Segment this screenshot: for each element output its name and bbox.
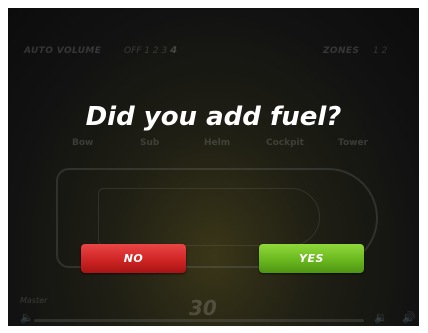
master-volume-value: 30 <box>189 296 217 320</box>
auto-volume-label: AUTO VOLUME <box>24 46 102 56</box>
auto-volume-options[interactable]: OFF 1 2 3 <box>124 46 167 56</box>
top-bar: AUTO VOLUME OFF 1 2 3 4 ZONES 1 2 <box>8 45 419 66</box>
auto-volume-levels[interactable]: OFF 1 2 3 4 <box>124 45 177 56</box>
zone-label-cockpit[interactable]: Cockpit <box>266 138 304 148</box>
zones-value[interactable]: 1 2 <box>373 46 387 56</box>
speaker-mute-icon[interactable]: 🔈 <box>20 311 34 324</box>
zone-label-sub[interactable]: Sub <box>140 138 159 148</box>
no-button[interactable]: NO <box>81 244 186 273</box>
yes-button-label: YES <box>299 252 324 265</box>
speaker-loud-icon[interactable]: 🔊 <box>402 311 416 324</box>
zone-label-bow[interactable]: Bow <box>72 138 93 148</box>
background-audio-ui: AUTO VOLUME OFF 1 2 3 4 ZONES 1 2 Bow Su… <box>8 8 419 326</box>
zones-label: ZONES <box>323 46 360 56</box>
zone-label-helm[interactable]: Helm <box>204 138 230 148</box>
auto-volume-current[interactable]: 4 <box>170 45 177 56</box>
zone-labels: Bow Sub Helm Cockpit Tower <box>8 138 419 152</box>
no-button-label: NO <box>123 252 144 265</box>
zone-label-tower[interactable]: Tower <box>338 138 368 148</box>
master-label: Master <box>20 296 48 305</box>
yes-button[interactable]: YES <box>259 244 364 273</box>
dialog-prompt: Did you add fuel? <box>85 102 342 132</box>
app-screen: AUTO VOLUME OFF 1 2 3 4 ZONES 1 2 Bow Su… <box>8 8 419 326</box>
speaker-mid-icon[interactable]: 🔉 <box>374 311 388 324</box>
